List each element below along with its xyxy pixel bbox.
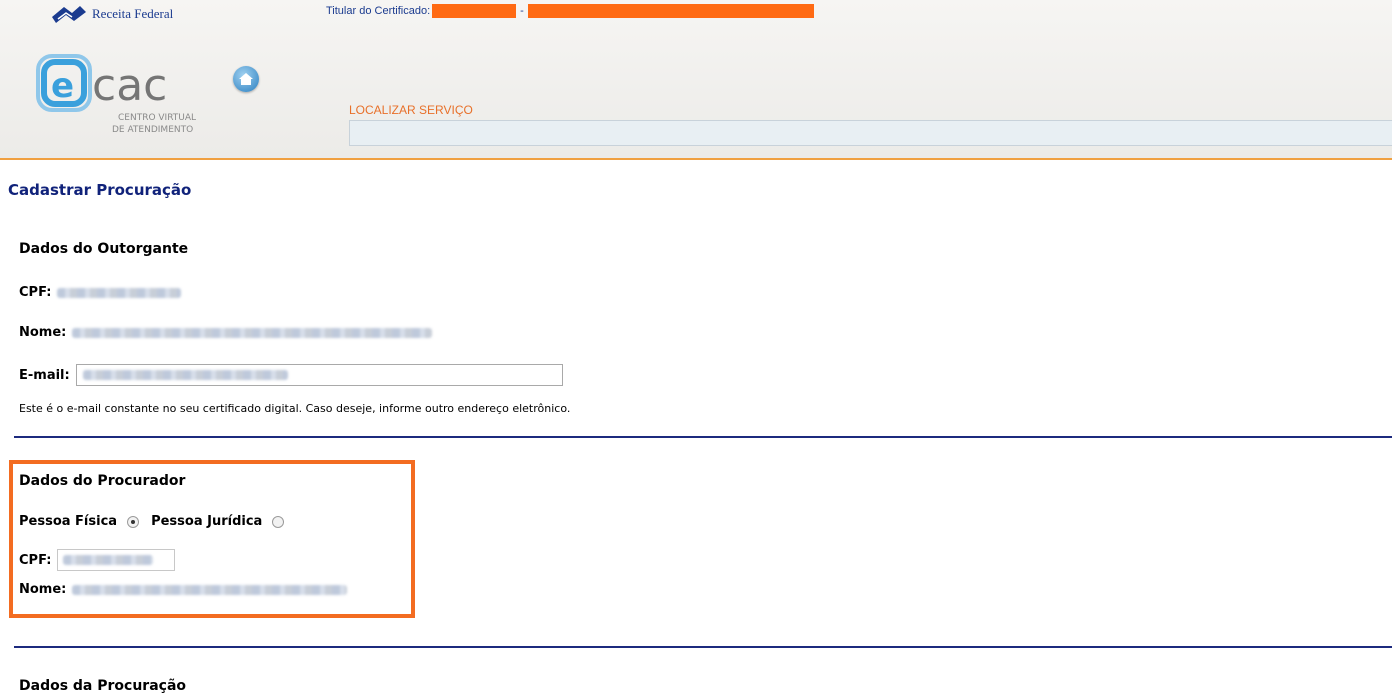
home-icon[interactable] xyxy=(233,66,259,92)
email-note: Este é o e-mail constante no seu certifi… xyxy=(19,402,571,415)
ecac-logo-graphic: e cac CENTRO VIRTUAL DE ATENDIMENTO xyxy=(36,54,196,135)
certificate-separator: - xyxy=(520,5,524,17)
outorgante-cpf-label: CPF: xyxy=(19,285,52,300)
search-label: LOCALIZAR SERVIÇO xyxy=(349,103,473,117)
search-input[interactable] xyxy=(349,120,1392,146)
outorgante-nome-value-redacted xyxy=(72,327,433,338)
procurador-cpf: CPF: xyxy=(19,549,176,571)
page-title: Cadastrar Procuração xyxy=(8,181,192,199)
radio-pessoa-fisica[interactable] xyxy=(127,515,140,528)
divider xyxy=(14,646,1392,648)
ecac-logo[interactable]: e cac CENTRO VIRTUAL DE ATENDIMENTO xyxy=(36,52,206,148)
email-input[interactable] xyxy=(75,364,563,386)
procurador-cpf-label: CPF: xyxy=(19,552,52,568)
certificate-redaction-id xyxy=(527,4,814,18)
outorgante-cpf: CPF: xyxy=(19,285,182,300)
ecac-logo-sub2: DE ATENDIMENTO xyxy=(112,125,193,135)
procurador-nome-value-redacted xyxy=(72,584,348,595)
outorgante-cpf-value-redacted xyxy=(57,287,182,298)
divider xyxy=(14,436,1392,438)
page-header: Receita Federal Titular do Certificado: … xyxy=(0,0,1392,160)
certificate-holder: Titular do Certificado: - xyxy=(326,4,814,18)
procurador-cpf-value-redacted xyxy=(63,555,154,565)
radio-pessoa-fisica-label: Pessoa Física xyxy=(19,514,118,529)
svg-text:e: e xyxy=(51,66,74,106)
receita-federal-logo-icon xyxy=(52,6,86,23)
radio-pessoa-juridica[interactable] xyxy=(272,515,285,528)
procurador-nome: Nome: xyxy=(19,582,348,597)
outorgante-nome-label: Nome: xyxy=(19,325,67,340)
outorgante-nome: Nome: xyxy=(19,325,433,340)
certificate-redaction-name xyxy=(432,4,517,18)
procurador-type-selector: Pessoa Física Pessoa Jurídica xyxy=(19,514,290,529)
outorgante-email-label: E-mail: xyxy=(19,367,70,383)
outorgante-section-title: Dados do Outorgante xyxy=(19,241,189,257)
radio-pessoa-juridica-label: Pessoa Jurídica xyxy=(151,514,263,529)
procurador-section-title: Dados do Procurador xyxy=(19,473,186,489)
email-value-redacted xyxy=(82,370,288,380)
procurador-nome-label: Nome: xyxy=(19,582,67,597)
ecac-logo-text: cac xyxy=(92,60,167,111)
procurador-cpf-input[interactable] xyxy=(57,549,176,571)
ecac-logo-sub1: CENTRO VIRTUAL xyxy=(118,113,196,123)
procuracao-section-title: Dados da Procuração xyxy=(19,678,187,694)
receita-federal-logo[interactable]: Receita Federal xyxy=(50,3,173,25)
agency-name: Receita Federal xyxy=(92,6,174,21)
certificate-label: Titular do Certificado: xyxy=(326,5,431,17)
outorgante-email: E-mail: xyxy=(19,364,563,386)
